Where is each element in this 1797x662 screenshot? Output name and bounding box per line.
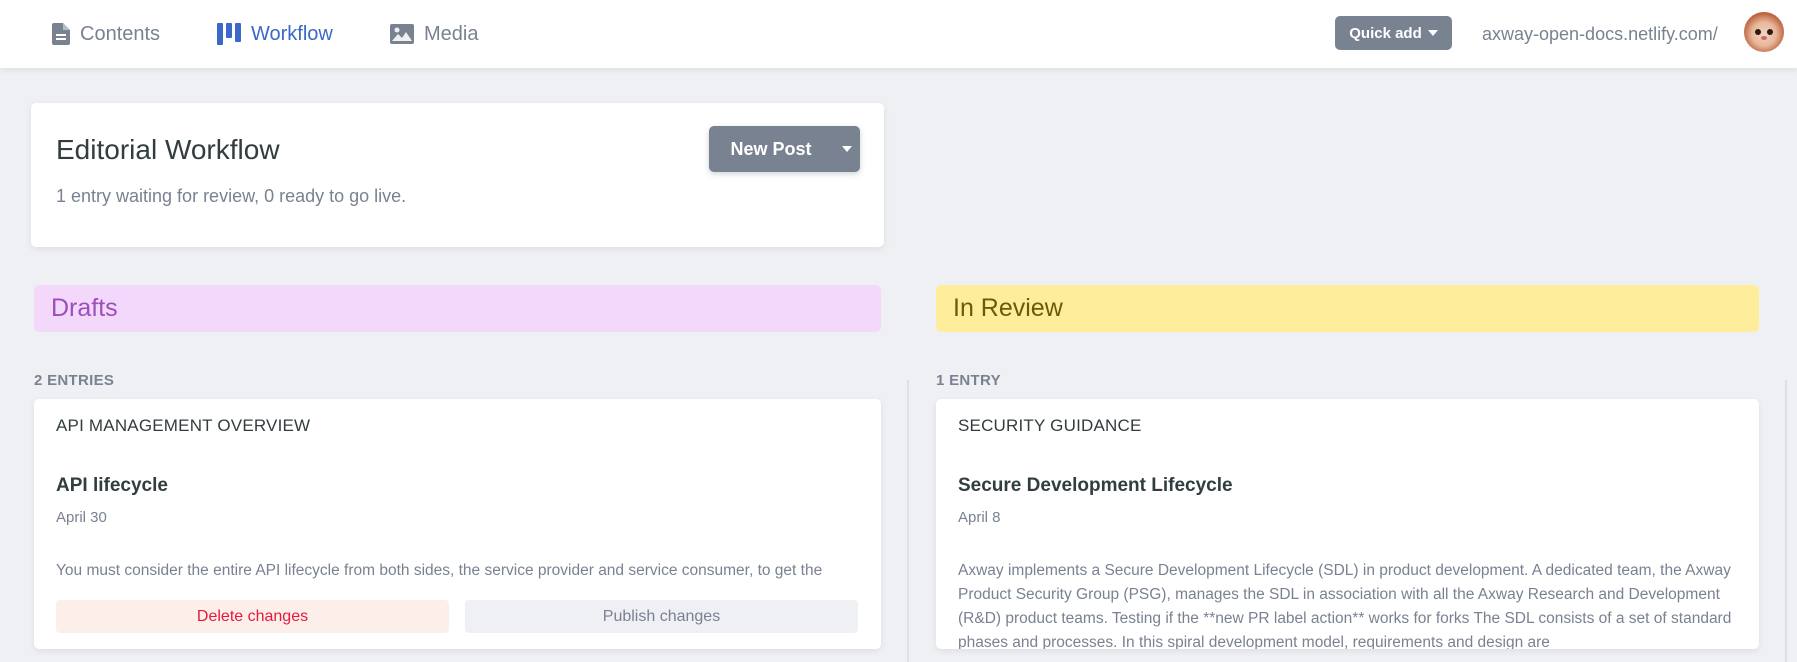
new-post-label: New Post bbox=[730, 138, 812, 159]
chevron-down-icon bbox=[1427, 30, 1438, 36]
drafts-column-header: Drafts bbox=[34, 285, 881, 332]
tab-media-label: Media bbox=[424, 22, 479, 45]
entry-collection: SECURITY GUIDANCE bbox=[958, 416, 1142, 435]
tab-contents[interactable]: Contents bbox=[52, 0, 160, 68]
quick-add-button[interactable]: Quick add bbox=[1335, 16, 1452, 50]
workflow-header-card: Editorial Workflow 1 entry waiting for r… bbox=[31, 103, 884, 247]
avatar-eye bbox=[1767, 29, 1773, 35]
page-title: Editorial Workflow bbox=[56, 134, 280, 165]
entry-date: April 8 bbox=[958, 509, 1001, 526]
draft-entry-card[interactable]: API MANAGEMENT OVERVIEW API lifecycle Ap… bbox=[34, 399, 881, 649]
avatar-eye bbox=[1755, 29, 1761, 35]
review-entry-count: 1 ENTRY bbox=[936, 372, 1001, 389]
new-post-button[interactable]: New Post bbox=[709, 126, 860, 172]
publish-changes-button[interactable]: Publish changes bbox=[465, 600, 858, 633]
tab-media[interactable]: Media bbox=[390, 0, 478, 68]
tab-contents-label: Contents bbox=[80, 22, 161, 45]
entry-date: April 30 bbox=[56, 509, 107, 526]
review-entry-card[interactable]: SECURITY GUIDANCE Secure Development Lif… bbox=[936, 399, 1759, 649]
workflow-summary: 1 entry waiting for review, 0 ready to g… bbox=[56, 186, 407, 206]
avatar-nose bbox=[1761, 36, 1767, 40]
chevron-down-icon bbox=[841, 146, 852, 152]
quick-add-label: Quick add bbox=[1349, 24, 1422, 42]
workflow-icon bbox=[217, 23, 241, 45]
tab-workflow[interactable]: Workflow bbox=[217, 0, 333, 68]
new-post-dropdown[interactable] bbox=[833, 126, 860, 172]
top-navigation-bar: Contents Workflow Media Quick add axway-… bbox=[0, 0, 1797, 68]
entry-collection: API MANAGEMENT OVERVIEW bbox=[56, 416, 311, 435]
document-icon bbox=[52, 23, 70, 45]
column-divider bbox=[1785, 380, 1787, 662]
avatar[interactable] bbox=[1744, 12, 1784, 52]
entry-title: Secure Development Lifecycle bbox=[958, 475, 1233, 496]
entry-excerpt: Axway implements a Secure Development Li… bbox=[958, 562, 1732, 649]
image-icon bbox=[390, 24, 414, 44]
delete-changes-button[interactable]: Delete changes bbox=[56, 600, 449, 633]
in-review-column-header: In Review bbox=[936, 285, 1759, 332]
entry-title: API lifecycle bbox=[56, 475, 168, 496]
entry-excerpt: You must consider the entire API lifecyc… bbox=[56, 562, 823, 579]
tab-workflow-label: Workflow bbox=[251, 22, 333, 45]
drafts-entry-count: 2 ENTRIES bbox=[34, 372, 115, 389]
column-divider bbox=[907, 380, 909, 662]
site-url-link[interactable]: axway-open-docs.netlify.com/ bbox=[1482, 0, 1718, 68]
